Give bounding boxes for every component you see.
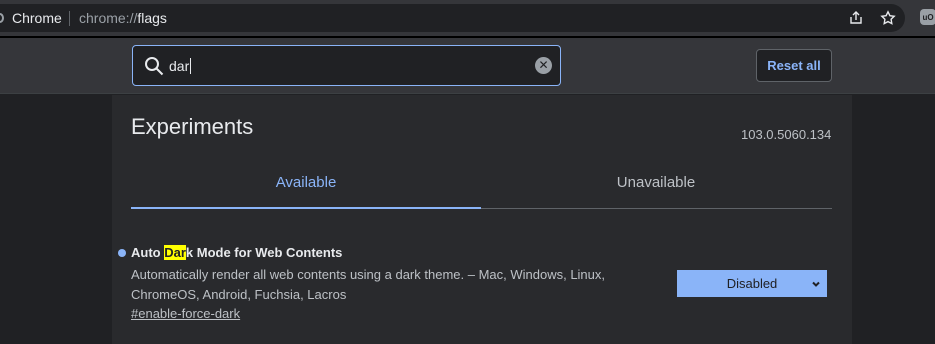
active-tab-indicator — [131, 207, 481, 209]
extension-icon[interactable]: uO — [920, 9, 935, 25]
browser-toolbar: Chrome chrome://flags uO — [0, 0, 935, 36]
flags-header: dar ✕ Reset all — [0, 38, 935, 94]
search-value[interactable]: dar — [169, 58, 192, 74]
flag-anchor-link[interactable]: #enable-force-dark — [131, 306, 240, 321]
omnibox-separator — [69, 11, 70, 26]
url-host: flags — [137, 10, 167, 26]
share-icon[interactable] — [846, 8, 866, 28]
chrome-icon — [0, 13, 4, 23]
flag-title: Auto Dark Mode for Web Contents — [131, 245, 342, 260]
url-scheme: chrome:// — [79, 10, 138, 26]
chevron-down-icon — [810, 278, 822, 293]
bookmark-star-icon[interactable] — [878, 8, 898, 28]
flag-title-start: Auto — [131, 245, 165, 260]
modified-indicator-dot — [118, 249, 126, 257]
flag-state-value: Disabled — [726, 276, 778, 291]
flag-description: Automatically render all web contents us… — [131, 265, 631, 305]
tab-unavailable[interactable]: Unavailable — [481, 174, 831, 191]
search-input[interactable]: dar ✕ — [132, 45, 561, 86]
reset-all-button[interactable]: Reset all — [756, 49, 832, 82]
tab-available[interactable]: Available — [131, 174, 481, 191]
omnibox-chip-label: Chrome — [12, 10, 62, 26]
flag-title-end: k Mode for Web Contents — [185, 245, 343, 260]
search-match-highlight: Dar — [164, 245, 186, 260]
search-icon — [143, 55, 165, 82]
page-title: Experiments — [131, 114, 254, 139]
flag-description-line: Automatically render all web contents us… — [131, 267, 606, 282]
flag-description-line: ChromeOS, Android, Fuchsia, Lacros — [131, 287, 347, 302]
text-caret — [190, 58, 192, 74]
version-label: 103.0.5060.134 — [741, 127, 832, 142]
omnibox[interactable]: Chrome chrome://flags — [0, 4, 905, 32]
url-text[interactable]: chrome://flags — [79, 10, 167, 26]
clear-icon[interactable]: ✕ — [535, 57, 552, 74]
flag-state-select[interactable]: Disabled — [677, 270, 827, 297]
search-text: dar — [169, 58, 190, 74]
